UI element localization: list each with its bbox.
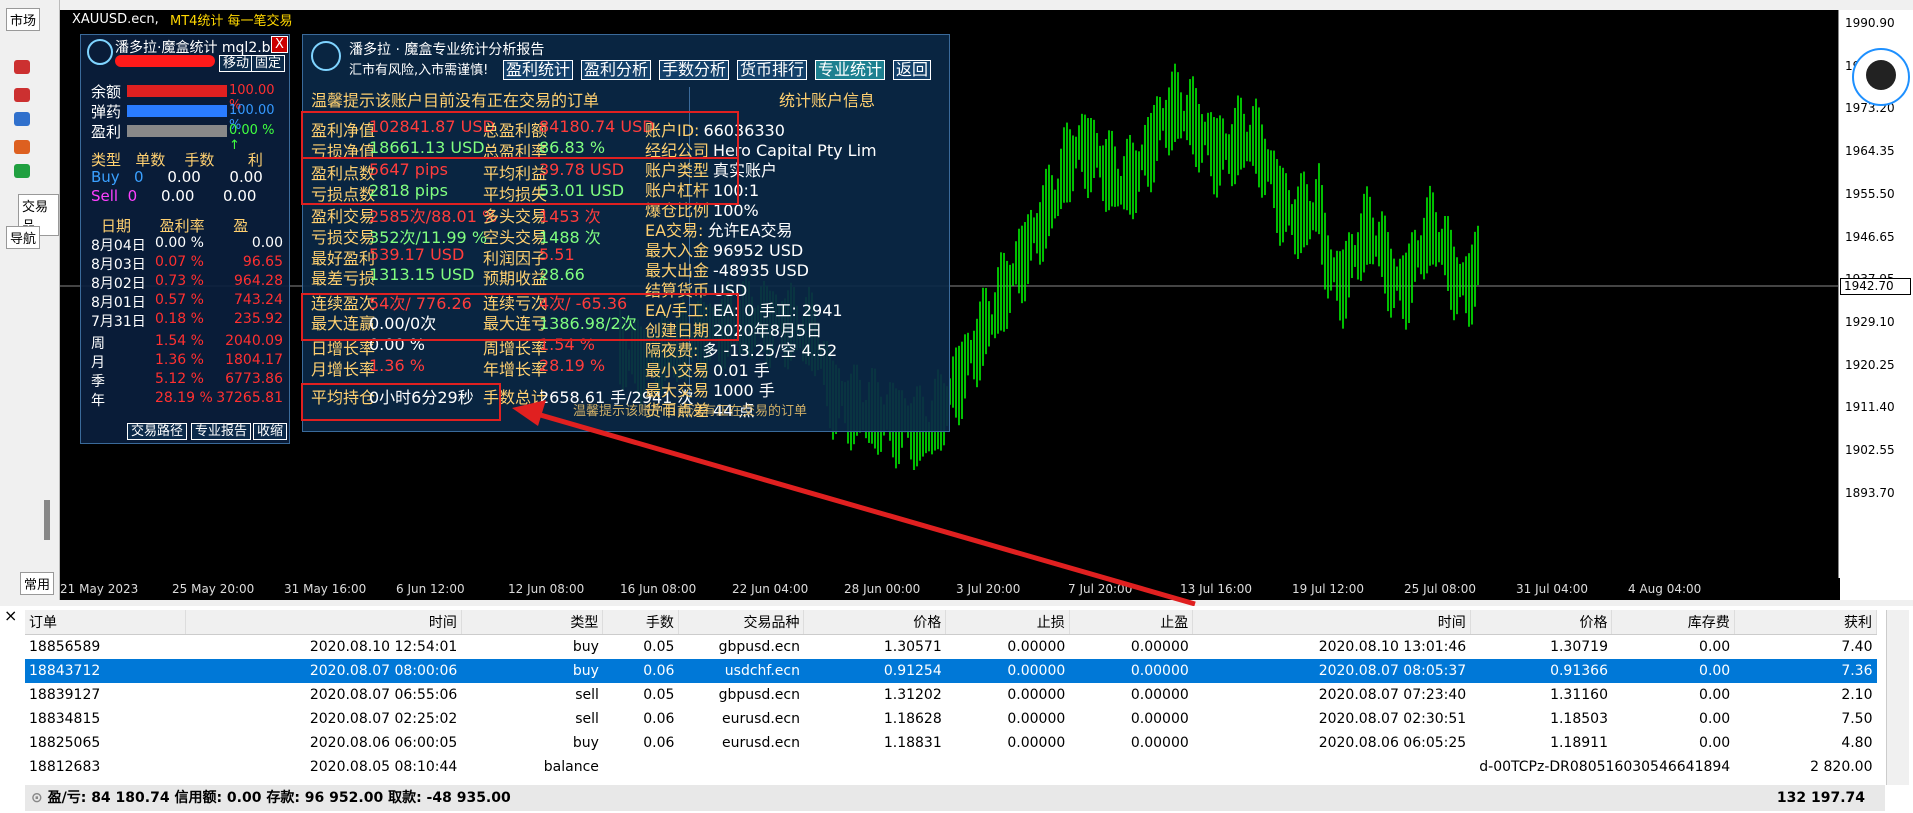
column-header[interactable]: 交易品种 [678,610,805,635]
column-header[interactable]: 价格 [803,610,947,635]
table-cell: 1.31160 [1550,687,1608,703]
table-cell: gbpusd.ecn [718,687,800,703]
table-cell: 2020.08.05 08:10:44 [309,759,458,775]
table-cell: 2020.08.07 08:05:37 [1192,659,1471,683]
table-cell: eurusd.ecn [722,711,800,727]
table-row[interactable]: 18825065 2020.08.06 06:00:05 buy 0.06 eurusd… [25,731,1877,755]
table-cell: 0.91254 [803,659,946,683]
table-cell: 2020.08.07 02:25:02 [309,711,458,727]
table-cell: d-00TCPz-DR080516030546641894 [1479,759,1731,775]
table-cell: 0.00000 [1007,639,1066,655]
table-cell: 0.06 [643,711,675,727]
table-cell: 0.06 [643,735,675,751]
table-cell: 7.50 [1841,711,1873,727]
table-cell: sell [575,711,599,727]
table-cell: 1.30571 [883,639,942,655]
table-cell: 0.05 [643,687,675,703]
table-cell: 18839127 [29,687,101,703]
table-cell: sell [575,687,599,703]
summary-text: 盈/亏: 84 180.74 信用额: 0.00 存款: 96 952.00 取… [47,790,511,806]
table-cell: gbpusd.ecn [718,639,800,655]
table-cell: 0.00000 [1007,735,1066,751]
table-cell: 18825065 [29,735,101,751]
history-table: 订单 时间 类型 手数 交易品种 价格 止损 止盈 时间 价格 库存费 获利 18856589 2020… [25,610,1878,779]
table-cell: buy [572,639,599,655]
column-header[interactable]: 订单 [25,610,187,635]
close-icon[interactable]: × [4,606,17,625]
table-cell: 2020.08.07 02:30:51 [1318,711,1467,727]
table-cell: 0.91366 [1470,659,1612,683]
table-scrollbar[interactable] [1886,610,1909,785]
column-header[interactable]: 类型 [461,610,604,635]
table-cell: 2020.08.07 06:55:06 [309,687,458,703]
table-cell: 1.30719 [1550,639,1608,655]
table-cell: 0.00000 [1007,687,1066,703]
table-cell: 7.40 [1841,639,1873,655]
column-header[interactable]: 价格 [1470,610,1613,635]
column-header[interactable]: 止损 [945,610,1070,635]
summary-icon: ⊙ [31,790,43,806]
table-cell: 2020.08.07 08:00:06 [185,659,462,683]
account-summary-bar: ⊙ 盈/亏: 84 180.74 信用额: 0.00 存款: 96 952.00… [25,785,1885,811]
table-cell: buy [572,735,599,751]
table-cell: 0.00000 [1130,711,1189,727]
table-row[interactable]: 18812683 2020.08.05 08:10:44 balance d-00TC… [25,755,1877,779]
table-cell: 1.31202 [883,687,942,703]
table-row[interactable]: 18843712 2020.08.07 08:00:06 buy 0.06 usdchf… [25,659,1877,683]
table-cell: 0.00 [1699,687,1731,703]
table-cell: 18856589 [29,639,101,655]
table-cell: balance [543,759,599,775]
table-cell: eurusd.ecn [722,735,800,751]
table-cell: 2020.08.10 13:01:46 [1318,639,1467,655]
table-cell: 7.36 [1734,659,1877,683]
table-cell: 18834815 [29,711,101,727]
column-header[interactable]: 手数 [602,610,679,635]
table-cell: 2020.08.06 06:05:25 [1318,735,1467,751]
table-cell: 2020.08.10 12:54:01 [309,639,458,655]
table-cell: 0.00000 [1069,659,1193,683]
table-cell: 0.05 [643,639,675,655]
table-cell: 0.06 [602,659,679,683]
table-cell: 4.80 [1841,735,1873,751]
table-cell: 2020.08.06 06:00:05 [309,735,458,751]
table-cell: 2 820.00 [1810,759,1873,775]
column-header[interactable]: 库存费 [1611,610,1735,635]
table-cell: 2.10 [1841,687,1873,703]
summary-total: 132 197.74 [1776,790,1865,806]
table-cell: usdchf.ecn [678,659,804,683]
table-cell: 0.00 [1699,639,1731,655]
column-header[interactable]: 获利 [1734,610,1878,635]
table-cell: 0.00000 [945,659,1070,683]
terminal-panel: × 订单 时间 类型 手数 交易品种 价格 止损 止盈 时间 价格 库存费 获利 18856589 20… [0,606,1913,813]
table-cell: buy [461,659,603,683]
table-row[interactable]: 18856589 2020.08.10 12:54:01 buy 0.05 gbpusd… [25,635,1877,660]
table-cell: 0.00000 [1130,687,1189,703]
table-cell: 1.18628 [883,711,942,727]
table-cell: 18812683 [29,759,101,775]
table-cell: 1.18911 [1550,735,1608,751]
table-cell: 1.18831 [883,735,942,751]
table-cell: 0.00000 [1007,711,1066,727]
table-row[interactable]: 18834815 2020.08.07 02:25:02 sell 0.06 eurus… [25,707,1877,731]
table-cell: 1.18503 [1550,711,1608,727]
table-cell: 0.00 [1699,735,1731,751]
table-cell: 0.00000 [1130,639,1189,655]
table-cell: 18843712 [25,659,186,683]
table-row[interactable]: 18839127 2020.08.07 06:55:06 sell 0.05 gbpus… [25,683,1877,707]
table-cell: 0.00 [1699,711,1731,727]
column-header[interactable]: 时间 [185,610,462,635]
table-cell: 0.00000 [1130,735,1189,751]
table-cell: 2020.08.07 07:23:40 [1318,687,1467,703]
column-header[interactable]: 止盈 [1069,610,1194,635]
column-header[interactable]: 时间 [1192,610,1471,635]
table-cell: 0.00 [1611,659,1735,683]
